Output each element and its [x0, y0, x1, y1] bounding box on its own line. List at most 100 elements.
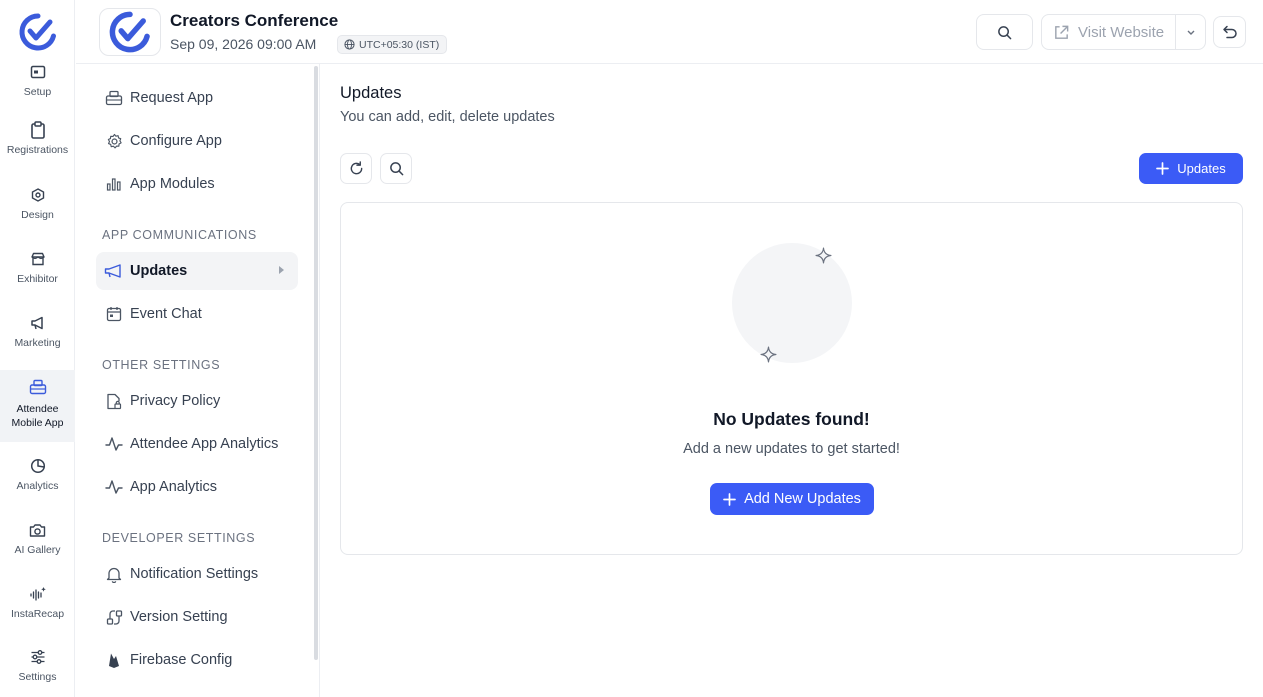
- rail-item-label: Setup: [23, 86, 52, 98]
- sidebar-item-updates[interactable]: Updates: [96, 252, 298, 290]
- sidebar-item-request-app[interactable]: Request App: [96, 79, 298, 117]
- empty-state-title: No Updates found!: [713, 409, 870, 429]
- plus-icon: [1156, 162, 1170, 175]
- empty-illustration: [732, 243, 852, 363]
- bell-icon: [104, 564, 124, 584]
- rail-item-settings[interactable]: Settings: [0, 648, 75, 692]
- sidebar-item-label: Notification Settings: [130, 566, 259, 582]
- event-title: Creators Conference: [170, 11, 339, 30]
- rail-item-label: Settings: [18, 671, 57, 683]
- add-new-updates-label: Add New Updates: [744, 491, 861, 507]
- clipboard-icon: [29, 121, 47, 139]
- search-icon: [997, 25, 1012, 40]
- search-button[interactable]: [380, 153, 412, 184]
- sparkle-icon: [815, 247, 832, 264]
- refresh-button[interactable]: [340, 153, 372, 184]
- undo-icon: [1222, 24, 1238, 40]
- rail-item-design[interactable]: Design: [0, 186, 75, 230]
- timezone-badge: UTC+05:30 (IST): [337, 35, 448, 54]
- sidebar-item-version-setting[interactable]: Version Setting: [96, 598, 298, 636]
- sidebar-scrollbar[interactable]: [314, 66, 318, 660]
- rail-item-ai-gallery[interactable]: AI Gallery: [0, 521, 75, 565]
- add-updates-button[interactable]: Updates: [1139, 153, 1243, 184]
- undo-button[interactable]: [1213, 16, 1246, 48]
- visit-website-label: Visit Website: [1078, 23, 1165, 41]
- version-icon: [104, 607, 124, 627]
- app-settings-sidebar: Request App Configure App App Modules AP…: [76, 64, 320, 697]
- firebase-icon: [104, 650, 124, 670]
- sidebar-item-label: Firebase Config: [130, 652, 233, 668]
- camera-icon: [29, 521, 47, 539]
- sidebar-item-label: App Modules: [130, 176, 215, 192]
- visit-website-button[interactable]: Visit Website: [1042, 15, 1176, 49]
- sidebar-item-label: Version Setting: [130, 609, 228, 625]
- sidebar-item-notification-settings[interactable]: Notification Settings: [96, 555, 298, 593]
- app-logo-icon[interactable]: [18, 12, 58, 52]
- sidebar-item-label: App Analytics: [130, 479, 218, 495]
- rail-item-label: Analytics: [16, 480, 59, 492]
- activity-icon: [104, 477, 124, 497]
- setup-icon: [29, 63, 47, 81]
- event-logo-icon: [99, 8, 161, 56]
- mobile-app-icon: [29, 378, 47, 396]
- caret-right-icon: [279, 266, 284, 274]
- sidebar-item-privacy-policy[interactable]: Privacy Policy: [96, 382, 298, 420]
- sidebar-item-event-chat[interactable]: Event Chat: [96, 295, 298, 333]
- rail-item-instarecap[interactable]: InstaRecap: [0, 585, 75, 629]
- rail-item-label: Design: [21, 209, 54, 221]
- rail-item-registrations[interactable]: Registrations: [0, 121, 75, 167]
- section-app-communications: APP COMMUNICATIONS: [102, 228, 257, 242]
- request-app-icon: [104, 88, 124, 108]
- section-developer-settings: DEVELOPER SETTINGS: [102, 531, 256, 545]
- rail-item-attendee-mobile-app[interactable]: Attendee Mobile App: [0, 370, 75, 442]
- page-subtitle: You can add, edit, delete updates: [340, 109, 555, 125]
- header-search-button[interactable]: [976, 14, 1033, 50]
- add-updates-label: Updates: [1177, 161, 1226, 176]
- sparkle-icon: [760, 346, 777, 363]
- visit-website-dropdown[interactable]: [1176, 29, 1205, 36]
- rail-item-exhibitor[interactable]: Exhibitor: [0, 250, 75, 294]
- sidebar-item-label: Event Chat: [130, 306, 202, 322]
- sliders-icon: [29, 648, 47, 666]
- section-other-settings: OTHER SETTINGS: [102, 358, 221, 372]
- globe-icon: [344, 39, 355, 50]
- sidebar-item-label: Updates: [130, 263, 188, 279]
- privacy-file-icon: [104, 391, 124, 411]
- sidebar-item-attendee-app-analytics[interactable]: Attendee App Analytics: [96, 425, 298, 463]
- activity-icon: [104, 434, 124, 454]
- refresh-icon: [349, 161, 364, 176]
- sidebar-item-label: Configure App: [130, 133, 222, 149]
- event-date: Sep 09, 2026 09:00 AM: [170, 36, 317, 52]
- rail-item-marketing[interactable]: Marketing: [0, 314, 75, 358]
- rail-item-label: InstaRecap: [10, 608, 65, 620]
- external-link-icon: [1053, 24, 1070, 41]
- rail-item-analytics[interactable]: Analytics: [0, 457, 75, 501]
- sidebar-item-app-modules[interactable]: App Modules: [96, 165, 298, 203]
- updates-empty-state: No Updates found! Add a new updates to g…: [340, 202, 1243, 555]
- rail-item-label: Registrations: [6, 144, 69, 156]
- search-icon: [389, 161, 404, 176]
- sidebar-item-configure-app[interactable]: Configure App: [96, 122, 298, 160]
- instarecap-icon: [29, 585, 47, 603]
- rail-item-label: Exhibitor: [17, 273, 58, 285]
- calendar-icon: [104, 304, 124, 324]
- rail-item-setup[interactable]: Setup: [0, 63, 75, 103]
- storefront-icon: [29, 250, 47, 268]
- sidebar-item-label: Privacy Policy: [130, 393, 221, 409]
- plus-icon: [723, 492, 736, 506]
- design-icon: [29, 186, 47, 204]
- left-rail: Setup Registrations Design Exhibitor Mar…: [0, 0, 75, 697]
- page-title: Updates: [340, 84, 402, 102]
- add-new-updates-button[interactable]: Add New Updates: [710, 483, 874, 515]
- rail-item-label: AI Gallery: [14, 544, 61, 556]
- sidebar-item-label: Attendee App Analytics: [130, 436, 279, 452]
- megaphone-icon: [29, 314, 47, 332]
- gear-icon: [104, 131, 124, 151]
- rail-item-label-line2: Mobile App: [11, 417, 64, 429]
- bar-chart-icon: [104, 174, 124, 194]
- visit-website-control: Visit Website: [1041, 14, 1206, 50]
- sidebar-item-app-analytics[interactable]: App Analytics: [96, 468, 298, 506]
- chevron-down-icon: [1186, 29, 1196, 36]
- rail-item-label: Marketing: [14, 337, 61, 349]
- sidebar-item-firebase-config[interactable]: Firebase Config: [96, 641, 298, 679]
